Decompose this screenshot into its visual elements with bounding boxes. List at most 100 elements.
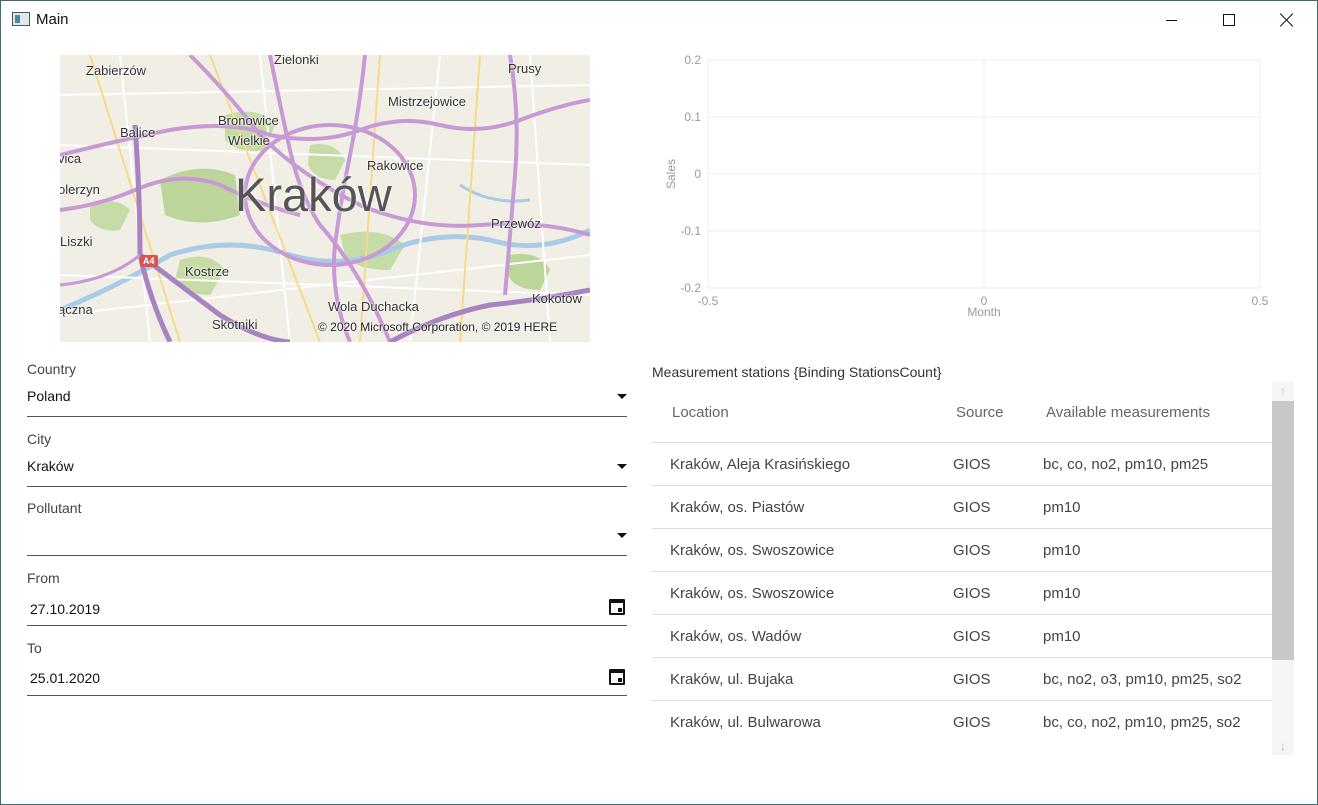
map-place-label: Wola Duchacka bbox=[328, 299, 419, 314]
country-label: Country bbox=[27, 361, 77, 377]
cell-measurements: pm10 bbox=[1043, 499, 1081, 516]
map-place-label: Mistrzejowice bbox=[388, 94, 467, 109]
table-row[interactable]: Kraków, os. Piastów GIOS pm10 bbox=[652, 486, 1272, 529]
from-label: From bbox=[27, 570, 60, 586]
map-place-label: Balice bbox=[120, 125, 156, 140]
minimize-icon bbox=[1165, 19, 1177, 21]
table-row[interactable]: Kraków, ul. Bulwarowa GIOS bc, co, no2, pm… bbox=[652, 701, 1272, 743]
cell-measurements: pm10 bbox=[1043, 542, 1081, 559]
y-tick-label: 0.1 bbox=[684, 110, 701, 124]
table-row[interactable]: Kraków, os. Wadów GIOS pm10 bbox=[652, 615, 1272, 658]
cell-measurements: bc, no2, o3, pm10, pm25, so2 bbox=[1043, 671, 1242, 688]
minimize-button[interactable] bbox=[1142, 1, 1200, 39]
to-date-picker[interactable]: To 25.01.2020 bbox=[27, 640, 627, 698]
map-copyright: © 2020 Microsoft Corporation, © 2019 HER… bbox=[318, 320, 558, 334]
cell-measurements: pm10 bbox=[1043, 628, 1081, 645]
cell-location: Kraków, Aleja Krasińskiego bbox=[670, 456, 851, 473]
pollutant-label: Pollutant bbox=[27, 500, 82, 516]
city-combobox[interactable]: City Kraków bbox=[27, 431, 627, 489]
country-value: Poland bbox=[27, 388, 71, 404]
to-date-value[interactable]: 25.01.2020 bbox=[30, 670, 100, 686]
map-city-label: Kraków bbox=[235, 168, 392, 221]
table-row[interactable]: Kraków, Aleja Krasińskiego GIOS bc, co, no… bbox=[652, 443, 1272, 486]
map-place-label: Bronowice bbox=[218, 113, 279, 128]
y-tick-label: -0.1 bbox=[680, 224, 701, 238]
app-window-icon bbox=[12, 12, 30, 26]
y-tick-label: 0.2 bbox=[684, 53, 701, 67]
window-title: Main bbox=[36, 11, 69, 28]
city-label: City bbox=[27, 431, 52, 447]
cell-location: Kraków, os. Swoszowice bbox=[670, 585, 835, 602]
field-underline bbox=[27, 625, 627, 626]
y-axis-label: Sales bbox=[664, 159, 678, 189]
map-place-label: Kostrze bbox=[185, 264, 230, 279]
column-header-location[interactable]: Location bbox=[672, 404, 729, 421]
cell-location: Kraków, ul. Bujaka bbox=[670, 671, 794, 688]
map-place-label: Zielonki bbox=[274, 55, 319, 67]
table-row[interactable]: Kraków, os. Swoszowice GIOS pm10 bbox=[652, 529, 1272, 572]
map-place-label: olerzyn bbox=[60, 182, 100, 197]
cell-source: GIOS bbox=[953, 714, 991, 731]
stations-table: Location Source Available measurements K… bbox=[652, 385, 1272, 743]
from-date-value[interactable]: 27.10.2019 bbox=[30, 601, 100, 617]
map-place-label: Wielkie bbox=[228, 133, 270, 148]
cell-source: GIOS bbox=[953, 456, 991, 473]
chevron-down-icon bbox=[617, 464, 627, 469]
map-place-label: Prusy bbox=[508, 61, 542, 76]
close-icon bbox=[1280, 13, 1294, 27]
title-bar: Main bbox=[1, 1, 1317, 39]
chevron-down-icon bbox=[617, 533, 627, 538]
cell-location: Kraków, os. Wadów bbox=[670, 628, 802, 645]
column-header-measurements[interactable]: Available measurements bbox=[1046, 404, 1210, 421]
city-value: Kraków bbox=[27, 458, 74, 474]
map-place-label: Skotniki bbox=[212, 317, 258, 332]
maximize-button[interactable] bbox=[1200, 1, 1258, 39]
from-date-picker[interactable]: From 27.10.2019 bbox=[27, 570, 627, 628]
cell-measurements: pm10 bbox=[1043, 585, 1081, 602]
cell-source: GIOS bbox=[953, 542, 991, 559]
field-underline bbox=[27, 486, 627, 487]
close-button[interactable] bbox=[1258, 1, 1316, 39]
sales-chart: 0.2 0.1 0 -0.1 -0.2 -0.5 0 0.5 Month Sales bbox=[651, 49, 1281, 329]
chart-canvas: 0.20.10-0.1-0.2-0.5 0 0.5MonthSales bbox=[664, 53, 1269, 319]
map-place-label: Liszki bbox=[60, 234, 93, 249]
column-header-source[interactable]: Source bbox=[956, 404, 1004, 421]
field-underline bbox=[27, 555, 627, 556]
map-view[interactable]: Zabierzów Zielonki Prusy Mistrzejowice B… bbox=[60, 55, 590, 342]
y-tick-label: -0.2 bbox=[680, 281, 701, 295]
country-combobox[interactable]: Country Poland bbox=[27, 361, 627, 419]
calendar-icon[interactable] bbox=[609, 599, 625, 615]
y-tick-label: 0 bbox=[694, 167, 701, 181]
field-underline bbox=[27, 416, 627, 417]
scroll-thumb[interactable] bbox=[1272, 401, 1294, 660]
table-row[interactable]: Kraków, ul. Bujaka GIOS bc, no2, o3, pm10,… bbox=[652, 658, 1272, 701]
x-tick-label: -0.5 bbox=[698, 294, 719, 308]
scroll-down-icon[interactable]: ↓ bbox=[1272, 737, 1294, 755]
map-place-label: vica bbox=[60, 151, 82, 166]
x-axis-label: Month bbox=[967, 305, 1000, 319]
cell-source: GIOS bbox=[953, 585, 991, 602]
field-underline bbox=[27, 695, 627, 696]
cell-location: Kraków, ul. Bulwarowa bbox=[670, 714, 821, 731]
cell-location: Kraków, os. Piastów bbox=[670, 499, 805, 516]
maximize-icon bbox=[1223, 14, 1235, 26]
map-place-label: Zabierzów bbox=[86, 63, 146, 78]
cell-source: GIOS bbox=[953, 628, 991, 645]
map-place-label: Przewóz bbox=[491, 216, 541, 231]
table-scrollbar[interactable]: ↑ ↓ bbox=[1272, 382, 1294, 755]
map-place-label: Kokotów bbox=[532, 291, 582, 306]
calendar-icon[interactable] bbox=[609, 669, 625, 685]
x-tick-label: 0.5 bbox=[1252, 294, 1269, 308]
table-row[interactable]: Kraków, os. Swoszowice GIOS pm10 bbox=[652, 572, 1272, 615]
main-window: Main Zabierzów Zielonki Prusy Mistrzejow… bbox=[0, 0, 1318, 805]
stations-title: Measurement stations {Binding StationsCo… bbox=[652, 364, 942, 380]
scroll-up-icon[interactable]: ↑ bbox=[1272, 382, 1294, 400]
cell-location: Kraków, os. Swoszowice bbox=[670, 542, 835, 559]
pollutant-combobox[interactable]: Pollutant bbox=[27, 500, 627, 558]
cell-source: GIOS bbox=[953, 671, 991, 688]
cell-measurements: bc, co, no2, pm10, pm25 bbox=[1043, 456, 1209, 473]
cell-source: GIOS bbox=[953, 499, 991, 516]
to-label: To bbox=[27, 640, 42, 656]
cell-measurements: bc, co, no2, pm10, pm25, so2 bbox=[1043, 714, 1241, 731]
table-header: Location Source Available measurements bbox=[652, 385, 1272, 443]
